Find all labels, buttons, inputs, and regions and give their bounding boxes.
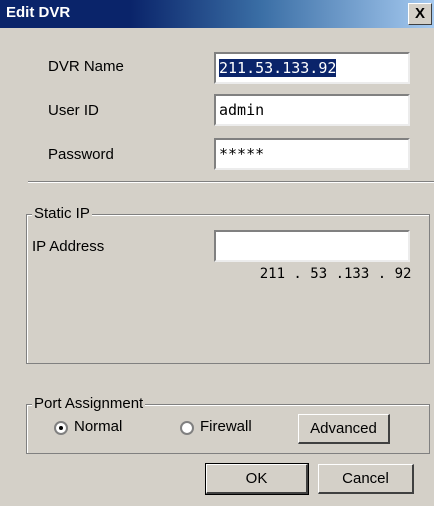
normal-radio[interactable] [54, 421, 68, 435]
cancel-button-label: Cancel [342, 470, 389, 487]
firewall-radio[interactable] [180, 421, 194, 435]
dvr-name-field[interactable]: 211.53.133.92 [214, 52, 410, 84]
advanced-button[interactable]: Advanced [298, 414, 390, 444]
ok-button-label: OK [245, 470, 268, 487]
ip-address-field[interactable]: 211 . 53 .133 . 92 [214, 230, 411, 282]
port-assignment-legend: Port Assignment [32, 395, 146, 412]
firewall-radio-label[interactable]: Firewall [200, 418, 252, 435]
window-title: Edit DVR [6, 4, 71, 21]
edit-dvr-dialog: Edit DVR X DVR Name 211.53.133.92 User I… [0, 0, 434, 506]
static-ip-legend: Static IP [32, 205, 92, 222]
user-id-value: admin [219, 101, 265, 119]
close-icon: X [414, 5, 425, 22]
close-button[interactable]: X [408, 3, 432, 25]
cancel-button[interactable]: Cancel [318, 464, 414, 494]
title-bar[interactable]: Edit DVR X [0, 0, 434, 28]
user-id-field[interactable]: admin [214, 94, 410, 126]
password-value: ***** [219, 145, 265, 163]
password-label: Password [48, 146, 114, 163]
ip-address-value: 211 . 53 .133 . 92 [259, 266, 412, 282]
advanced-button-label: Advanced [310, 420, 377, 437]
dvr-name-value: 211.53.133.92 [219, 59, 337, 77]
user-id-label: User ID [48, 102, 99, 119]
password-field[interactable]: ***** [214, 138, 410, 170]
dvr-name-label: DVR Name [48, 58, 124, 75]
ip-address-label: IP Address [32, 238, 105, 255]
radio-selected-dot [59, 426, 63, 430]
ok-button[interactable]: OK [205, 463, 309, 495]
normal-radio-label[interactable]: Normal [74, 418, 122, 435]
separator-line [28, 181, 434, 183]
